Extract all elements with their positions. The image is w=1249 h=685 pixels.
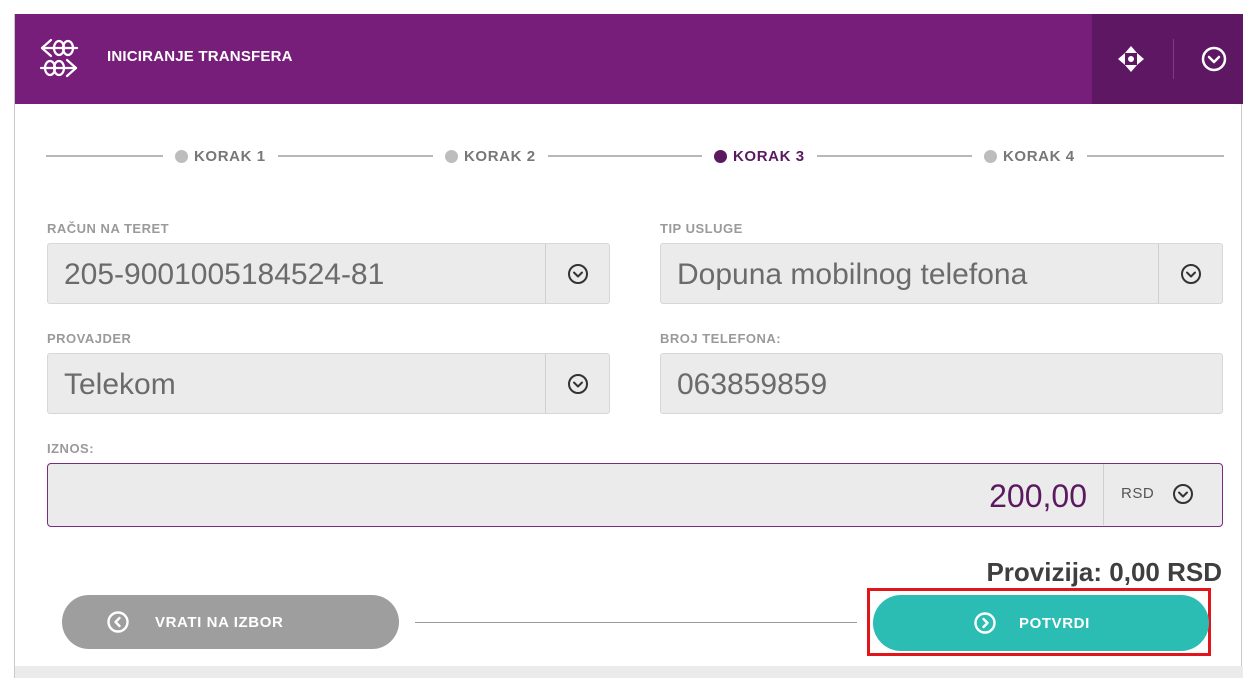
amount-input[interactable]: 200,00 RSD [47, 463, 1223, 527]
step-dot [175, 149, 188, 163]
step-2: KORAK 2 [433, 146, 548, 166]
step-label: KORAK 4 [1003, 147, 1075, 165]
currency-select[interactable]: RSD [1103, 464, 1222, 525]
step-1: KORAK 1 [163, 146, 278, 166]
account-select[interactable]: 205-9001005184524-81 [47, 243, 610, 304]
account-dropdown-toggle[interactable] [545, 244, 609, 303]
provider-dropdown-toggle[interactable] [545, 354, 609, 413]
back-button-label: VRATI NA IZBOR [155, 614, 284, 631]
confirm-button[interactable]: POTVRDI [873, 595, 1209, 651]
fee-text: Provizija: 0,00 RSD [986, 557, 1222, 587]
panel-footer-bar [15, 666, 1243, 678]
header-divider [1173, 39, 1174, 79]
account-label: RAČUN NA TERET [47, 221, 170, 236]
step-dot-active [714, 149, 727, 163]
provider-label: PROVAJDER [47, 331, 132, 346]
step-label: KORAK 1 [194, 147, 266, 165]
amount-label: IZNOS: [47, 441, 95, 456]
account-value: 205-9001005184524-81 [64, 258, 385, 291]
transfer-panel: INICIRANJE TRANSFERA KORAK 1 KORAK 2 KOR… [14, 14, 1243, 678]
service-type-select[interactable]: Dopuna mobilnog telefona [660, 243, 1223, 304]
step-3: KORAK 3 [702, 146, 817, 166]
panel-header: INICIRANJE TRANSFERA [15, 14, 1243, 104]
service-type-value: Dopuna mobilnog telefona [677, 258, 1028, 291]
provider-select[interactable]: Telekom [47, 353, 610, 414]
step-dot [984, 149, 997, 163]
chevron-right-circle-icon [974, 612, 996, 634]
confirm-button-label: POTVRDI [1019, 615, 1090, 632]
chevron-down-circle-icon [1173, 484, 1193, 504]
panel-title: INICIRANJE TRANSFERA [107, 48, 293, 65]
move-icon[interactable] [1115, 43, 1147, 75]
step-label: KORAK 2 [464, 147, 536, 165]
phone-value: 063859859 [677, 368, 828, 401]
chevron-left-circle-icon [107, 611, 129, 633]
chevron-down-circle-icon[interactable] [1198, 43, 1230, 75]
transfer-arrows-icon [39, 38, 79, 78]
service-type-dropdown-toggle[interactable] [1158, 244, 1222, 303]
provider-value: Telekom [64, 368, 176, 401]
chevron-down-circle-icon [568, 264, 588, 284]
button-divider-line [415, 622, 857, 623]
chevron-down-circle-icon [568, 374, 588, 394]
step-dot [445, 149, 458, 163]
phone-label: BROJ TELEFONA: [660, 331, 782, 346]
back-to-selection-button[interactable]: VRATI NA IZBOR [62, 595, 399, 649]
currency-code: RSD [1121, 485, 1155, 502]
step-label: KORAK 3 [733, 147, 805, 165]
amount-value: 200,00 [989, 478, 1087, 514]
phone-input[interactable]: 063859859 [660, 353, 1223, 414]
step-4: KORAK 4 [972, 146, 1087, 166]
chevron-down-circle-icon [1181, 264, 1201, 284]
service-type-label: TIP USLUGE [660, 221, 743, 236]
